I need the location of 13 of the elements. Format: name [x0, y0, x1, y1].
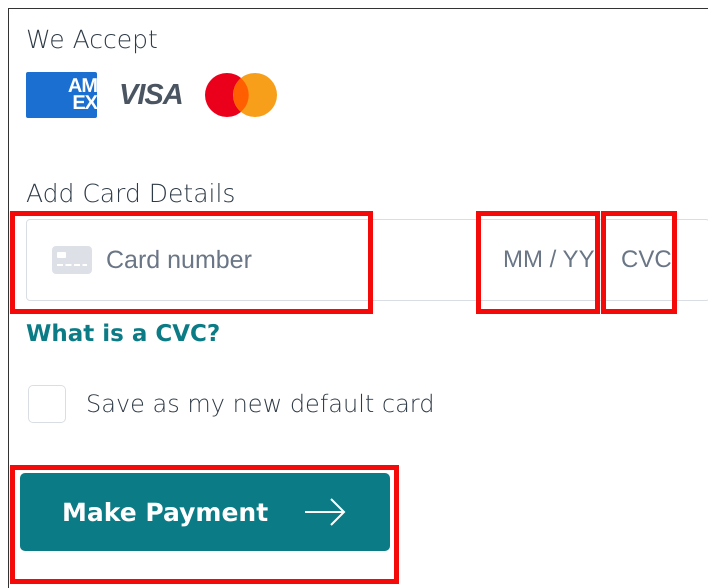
checkbox[interactable]: [28, 385, 66, 423]
expiry-field[interactable]: MM / YY: [503, 246, 607, 274]
amex-logo: AM EX: [26, 72, 97, 118]
checkbox-label: Save as my new default card: [86, 390, 434, 418]
section-heading: Add Card Details: [26, 178, 236, 210]
visa-logo: VISA: [119, 78, 183, 112]
section-heading: We Accept: [26, 24, 159, 56]
cvc-field[interactable]: CVC: [621, 246, 681, 274]
card-number-field[interactable]: Card number: [106, 246, 346, 274]
make-payment-button[interactable]: Make Payment: [20, 473, 390, 551]
cvc-help-link[interactable]: What is a CVC?: [26, 321, 220, 347]
arrow-right-icon: [304, 497, 346, 527]
card-icon: [52, 246, 92, 274]
